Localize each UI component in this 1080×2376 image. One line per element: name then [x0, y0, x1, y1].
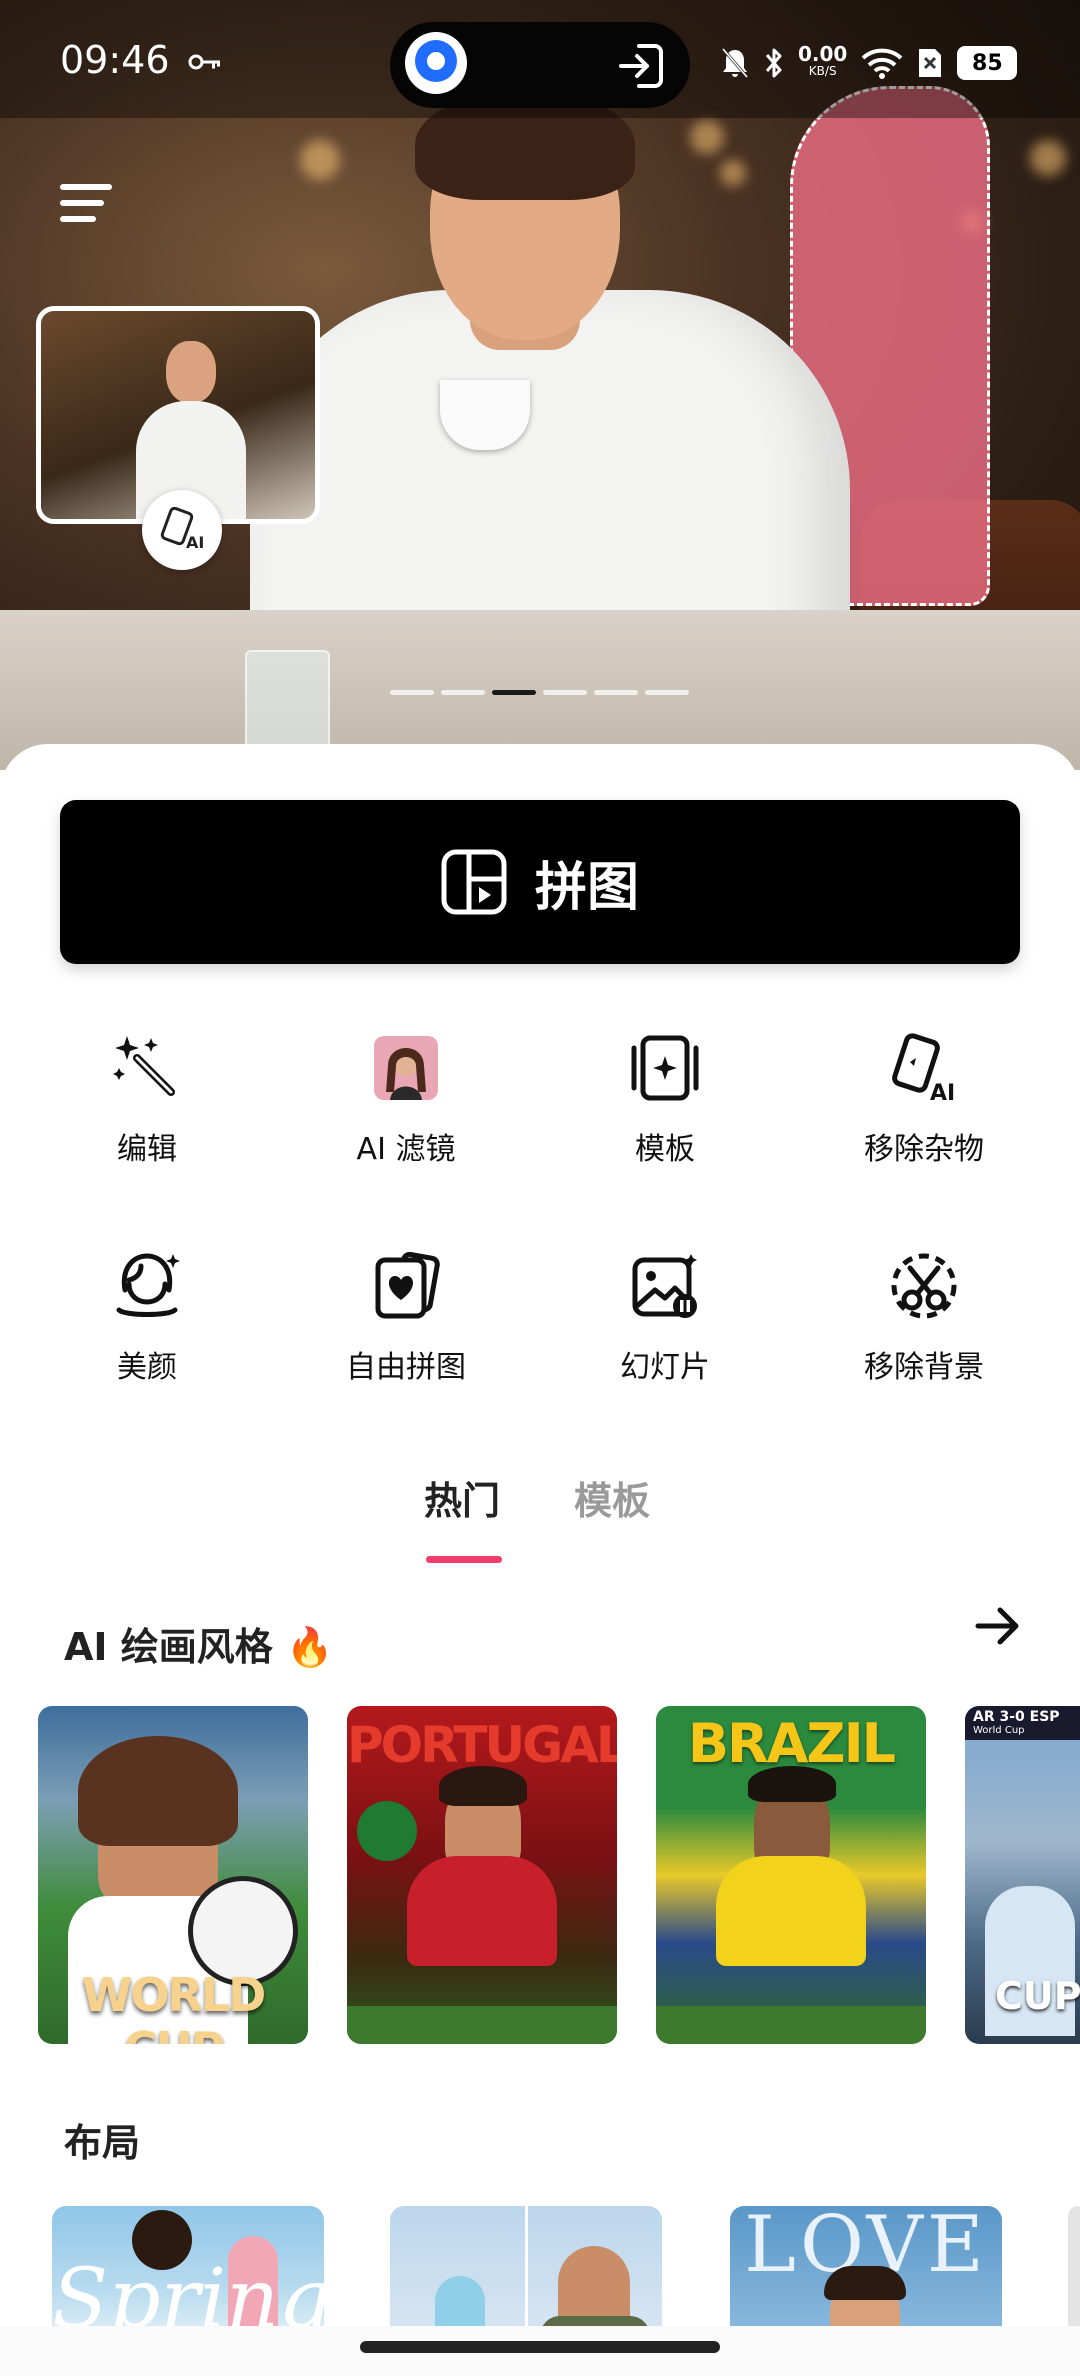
home-gesture-handle[interactable]: [360, 2341, 720, 2353]
wifi-icon: [862, 48, 903, 79]
ai-filter-portrait-icon: [374, 1036, 438, 1100]
carousel-dot[interactable]: [543, 690, 587, 695]
vpn-key-icon: [188, 54, 220, 70]
eraser-ai-icon: AI: [160, 506, 204, 552]
remove-background-scissors-icon: [891, 1253, 957, 1319]
style-card-argentina[interactable]: AR 3-0 ESP World Cup CUP: [965, 1706, 1080, 2044]
hamburger-menu-icon[interactable]: [60, 180, 116, 226]
carousel-indicator: [390, 690, 689, 695]
layout-card-partial[interactable]: [1068, 2206, 1080, 2346]
carousel-dot[interactable]: [441, 690, 485, 695]
tool-free-collage[interactable]: 自由拼图: [276, 1250, 536, 1386]
face-beauty-icon: [116, 1253, 180, 1317]
coffee-cup: [440, 380, 530, 450]
magic-wand-icon: [113, 1036, 175, 1096]
arrow-right-icon[interactable]: [974, 1604, 1022, 1648]
battery-indicator: 85: [957, 46, 1018, 80]
system-status-icons: 0.00 KB/S 85: [720, 38, 1018, 88]
layout-section-title: 布局: [64, 2121, 141, 2165]
slideshow-icon: [632, 1254, 697, 1318]
app-screen: { "status_bar": { "time": "09:46", "net_…: [0, 0, 1080, 2376]
tool-ai-filter[interactable]: AI 滤镜: [276, 1032, 536, 1168]
app-notification-logo-icon[interactable]: [405, 32, 467, 94]
ai-painting-section-title: AI 绘画风格 🔥: [64, 1625, 334, 1669]
carousel-dot[interactable]: [645, 690, 689, 695]
svg-text:AI: AI: [186, 533, 204, 552]
status-time: 09:46: [60, 38, 170, 82]
style-card-portugal[interactable]: PORTUGAL: [347, 1706, 617, 2044]
card-caption: WORLD CUP: [81, 1968, 267, 2044]
exit-arrow-icon[interactable]: [615, 40, 667, 92]
bell-muted-icon: [721, 48, 749, 78]
layout-card-love[interactable]: LOVE: [730, 2206, 1002, 2346]
ai-remove-badge: AI: [142, 490, 222, 570]
tab-active-indicator: [426, 1556, 502, 1563]
layout-card-split[interactable]: [390, 2206, 662, 2346]
bluetooth-icon: [765, 48, 782, 78]
carousel-dot[interactable]: [594, 690, 638, 695]
svg-text:AI: AI: [930, 1081, 955, 1104]
score-banner: AR 3-0 ESP World Cup: [965, 1706, 1080, 1740]
free-collage-heart-icon: [375, 1251, 440, 1319]
carousel-dot[interactable]: [492, 690, 536, 695]
collage-layout-icon: [441, 849, 507, 915]
home-sheet: [0, 744, 1080, 2376]
collage-button[interactable]: 拼图: [60, 800, 1020, 964]
collage-button-label: 拼图: [534, 857, 639, 918]
tool-remove-object[interactable]: AI 移除杂物: [794, 1032, 1054, 1168]
tool-beauty[interactable]: 美颜: [17, 1250, 277, 1386]
tab-templates[interactable]: 模板: [574, 1470, 650, 1525]
template-card-icon: [631, 1035, 699, 1101]
network-speed: 0.00 KB/S: [798, 42, 848, 78]
tool-remove-background[interactable]: 移除背景: [794, 1250, 1054, 1386]
no-sim-icon: [919, 49, 942, 77]
style-card-brazil[interactable]: BRAZIL: [656, 1706, 926, 2044]
style-card-world-cup[interactable]: WORLD CUP: [38, 1706, 308, 2044]
eraser-ai-icon: AI: [892, 1033, 955, 1106]
card-caption: CUP: [995, 1974, 1080, 2018]
tab-hot[interactable]: 热门: [424, 1470, 500, 1525]
carousel-dot[interactable]: [390, 690, 434, 695]
tool-template[interactable]: 模板: [535, 1032, 795, 1168]
tool-edit[interactable]: 编辑: [17, 1032, 277, 1168]
fire-icon: 🔥: [286, 1625, 334, 1669]
layout-card-spring[interactable]: Spring: [52, 2206, 324, 2346]
tool-slideshow[interactable]: 幻灯片: [535, 1250, 795, 1386]
